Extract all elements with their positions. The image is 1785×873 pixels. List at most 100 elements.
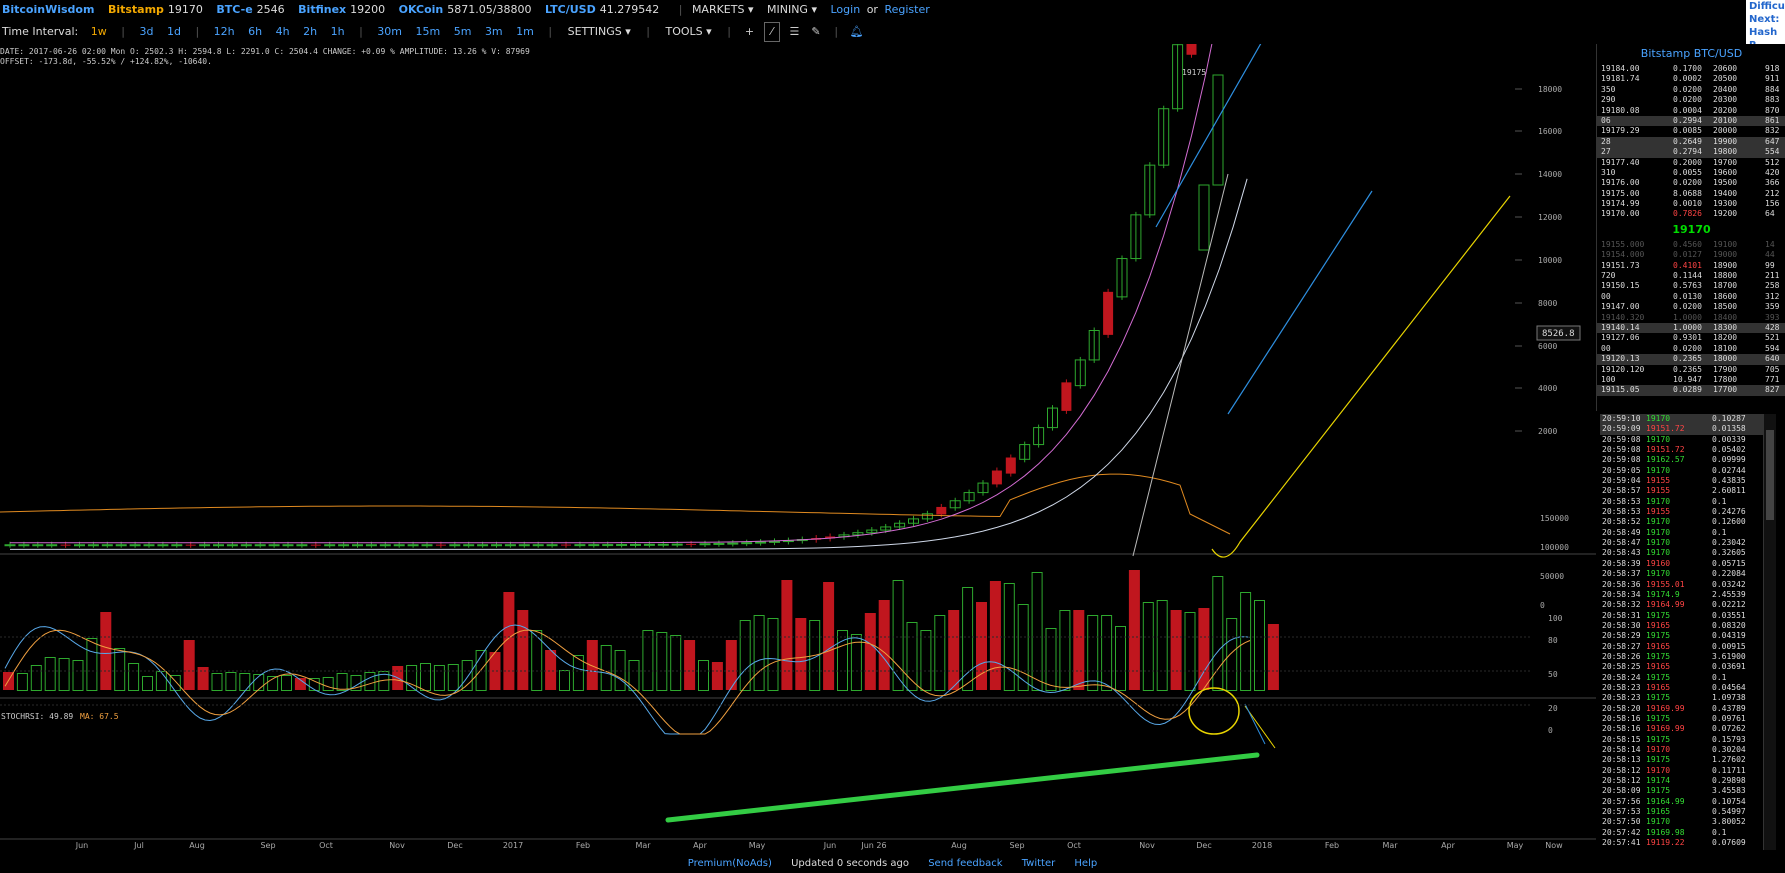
trade-price: 19175 [1646,755,1671,765]
divider: | [195,25,200,38]
interval-3d[interactable]: 3d [139,25,153,38]
candle-body [713,542,725,545]
trade-time: 20:58:23 [1602,682,1641,692]
premium-link[interactable]: Premium(NoAds) [688,858,772,869]
order-book-price: 19150.15 [1601,281,1640,291]
volume-bar [823,582,835,690]
volume-bar [1170,610,1182,690]
order-book-price: 19140.320 [1601,312,1645,322]
register-link[interactable]: Register [884,0,929,20]
chevron-down-icon: ▾ [811,3,817,16]
login-link[interactable]: Login [831,0,861,20]
ticker-price-okcoin: 5871.05/38800 [447,3,532,16]
interval-1h[interactable]: 1h [331,25,345,38]
site-logo[interactable]: BitcoinWisdom [2,0,94,20]
markets-menu[interactable]: MARKETS ▾ [692,0,754,20]
volume-bar [1156,600,1168,691]
interval-3m[interactable]: 3m [485,25,503,38]
moving-average-pink [10,44,1213,544]
trendline-tool-icon[interactable]: ⁄ [763,22,780,42]
order-book-amount: 0.0127 [1673,250,1702,260]
order-book-row: 19150.15 0.5763 18700 258 [1597,281,1785,291]
candle-body [282,544,294,547]
fibonacci-tool-icon[interactable]: ☰ [787,23,801,41]
order-book-row: 19147.00 0.0200 18500 359 [1597,302,1785,312]
interval-1d[interactable]: 1d [167,25,181,38]
ticker-exchange-bitfinex[interactable]: Bitfinex [298,0,346,20]
price-axis-label: 4000 [1538,384,1557,393]
volume-bar [1115,626,1126,691]
trade-amount: 0.1 [1712,527,1727,537]
interval-1m[interactable]: 1m [516,25,534,38]
trade-price: 19155 [1646,476,1671,486]
order-book-row: 19120.120 0.2365 17900 705 [1597,365,1785,375]
interval-1w[interactable]: 1w [91,25,107,38]
order-book-amount: 0.0200 [1673,95,1702,105]
help-link[interactable]: Help [1074,858,1097,869]
trade-amount: 0.09761 [1712,713,1746,723]
mining-menu[interactable]: MINING ▾ [767,0,817,20]
ticker-exchange-bitstamp[interactable]: Bitstamp [108,0,164,20]
trade-price: 19174 [1646,776,1671,786]
volume-bar [420,663,431,691]
price-chart[interactable]: 1800016000140001200010000800060004000200… [0,44,1596,855]
interval-6h[interactable]: 6h [248,25,262,38]
trades-scrollbar[interactable] [1763,414,1776,850]
trade-row: 20:59:10 19170 0.10287 [1600,414,1763,425]
interval-15m[interactable]: 15m [416,25,441,38]
trade-price: 19170 [1646,527,1671,537]
trade-time: 20:57:56 [1602,796,1641,806]
interval-30m[interactable]: 30m [377,25,402,38]
bell-icon[interactable]: 🔔︎ [850,23,864,41]
scrollbar-thumb[interactable] [1766,430,1774,520]
order-book-amount: 0.2000 [1673,157,1702,167]
candle-body [574,544,586,547]
interval-4h[interactable]: 4h [276,25,290,38]
order-book-row: 720 0.1144 18800 211 [1597,271,1785,281]
ticker-exchange-btce[interactable]: BTC-e [216,0,252,20]
interval-5m[interactable]: 5m [454,25,472,38]
brush-tool-icon[interactable]: ✎ [809,23,823,41]
order-book-sum-price: 20300 [1713,95,1738,105]
order-book-title[interactable]: Bitstamp BTC/USD [1597,44,1785,64]
trade-price: 19175 [1646,672,1671,682]
settings-menu[interactable]: SETTINGS ▾ [568,25,631,38]
divider: | [834,25,839,38]
tools-menu[interactable]: TOOLS ▾ [666,25,712,38]
candle-body [1061,382,1072,411]
trade-price: 19165 [1646,620,1671,630]
interval-12h[interactable]: 12h [214,25,235,38]
order-book-sum-amount: 99 [1765,260,1775,270]
volume-bar [183,640,195,690]
ohlc-line: DATE: 2017-06-26 02:00 Mon O: 2502.3 H: … [0,47,530,56]
feedback-link[interactable]: Send feedback [928,858,1002,869]
order-book-sum-price: 18800 [1713,271,1738,281]
candle-body [1212,74,1224,186]
candle-body [393,544,405,547]
trade-amount: 3.45583 [1712,786,1746,796]
trade-price: 19169.99 [1646,703,1685,713]
volume-bars [3,570,1279,691]
crosshair-icon[interactable]: + [742,23,756,41]
ticker-exchange-okcoin[interactable]: OKCoin [399,0,444,20]
interval-2h[interactable]: 2h [303,25,317,38]
trade-price: 19170 [1646,548,1671,558]
candle-body [561,544,571,546]
twitter-link[interactable]: Twitter [1022,858,1056,869]
order-book-sum-amount: 366 [1765,178,1780,188]
order-book-sum-price: 18900 [1713,260,1738,270]
trade-row: 20:58:23 19165 0.04564 [1600,683,1763,693]
order-book: Bitstamp BTC/USD 19184.00 0.1700 20600 918 1… [1596,44,1785,411]
trade-row: 20:58:34 19174.9 2.45539 [1600,590,1763,600]
order-book-amount: 0.2994 [1673,115,1702,125]
stochrsi-axis-label: 80 [1548,636,1558,645]
ticker-exchange-ltcusd[interactable]: LTC/USD [545,0,596,20]
candle-body [226,544,238,547]
trade-row: 20:58:12 19174 0.29898 [1600,776,1763,786]
volume-bar [962,587,974,691]
volume-bar [586,640,598,690]
trade-amount: 0.32605 [1712,548,1746,558]
order-book-sum-amount: 554 [1765,147,1780,157]
order-book-sum-amount: 312 [1765,291,1780,301]
order-book-sum-amount: 428 [1765,322,1780,332]
